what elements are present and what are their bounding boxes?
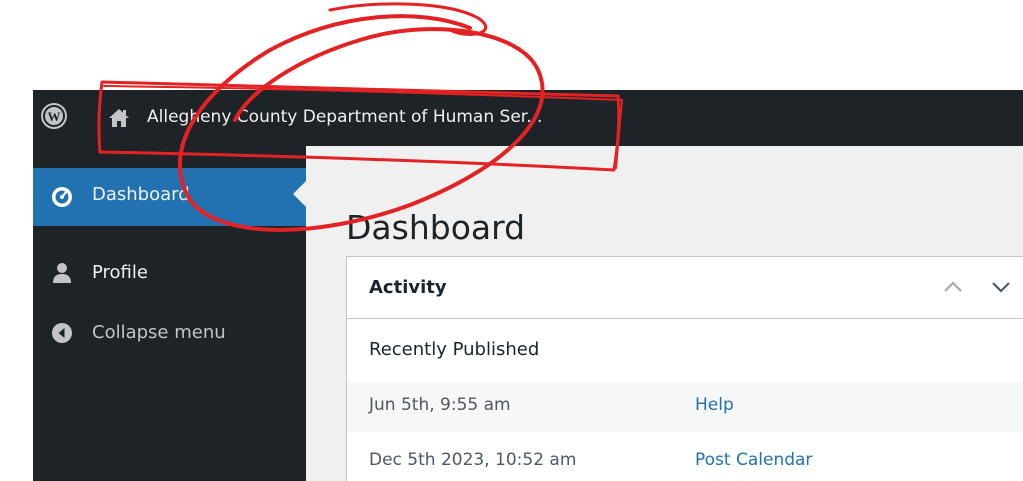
screenshot-stage: W Allegheny County Department of Human S… [0, 0, 1023, 481]
sidebar-item-dashboard[interactable]: Dashboard [33, 168, 306, 226]
activity-widget-header: Activity [347, 257, 1023, 319]
sidebar-item-profile[interactable]: Profile [33, 246, 306, 304]
activity-widget-title: Activity [369, 277, 447, 298]
svg-text:W: W [48, 109, 61, 124]
recently-published-heading: Recently Published [369, 339, 540, 360]
sidebar-item-label: Dashboard [92, 184, 190, 205]
admin-sidebar: Dashboard Profile Collapse menu [33, 146, 306, 481]
activity-row: Jun 5th, 9:55 am Help [347, 382, 1023, 432]
user-icon [53, 263, 71, 283]
home-icon[interactable] [108, 108, 130, 128]
active-menu-pointer [293, 181, 306, 207]
chevron-down-icon[interactable] [989, 277, 1013, 297]
collapse-arrow-icon [52, 323, 72, 343]
activity-row-date: Dec 5th 2023, 10:52 am [369, 450, 577, 470]
activity-row: Dec 5th 2023, 10:52 am Post Calendar [347, 437, 1023, 481]
admin-bar: W Allegheny County Department of Human S… [33, 90, 1023, 146]
activity-row-link[interactable]: Help [695, 395, 734, 415]
annotation-circle-loop [328, 2, 488, 36]
sidebar-item-label: Profile [92, 262, 148, 283]
sidebar-item-collapse-menu[interactable]: Collapse menu [33, 306, 306, 364]
site-name-link[interactable]: Allegheny County Department of Human Ser… [147, 105, 542, 129]
activity-row-link[interactable]: Post Calendar [695, 450, 812, 470]
activity-row-date: Jun 5th, 9:55 am [369, 395, 511, 415]
chevron-up-icon[interactable] [941, 277, 965, 297]
sidebar-item-label: Collapse menu [92, 322, 226, 343]
page-title: Dashboard [346, 208, 526, 248]
wordpress-logo-icon[interactable]: W [41, 103, 67, 129]
activity-widget: Activity Recently Published Jun 5th, 9:5… [346, 256, 1023, 481]
dashboard-gauge-icon [52, 187, 72, 207]
